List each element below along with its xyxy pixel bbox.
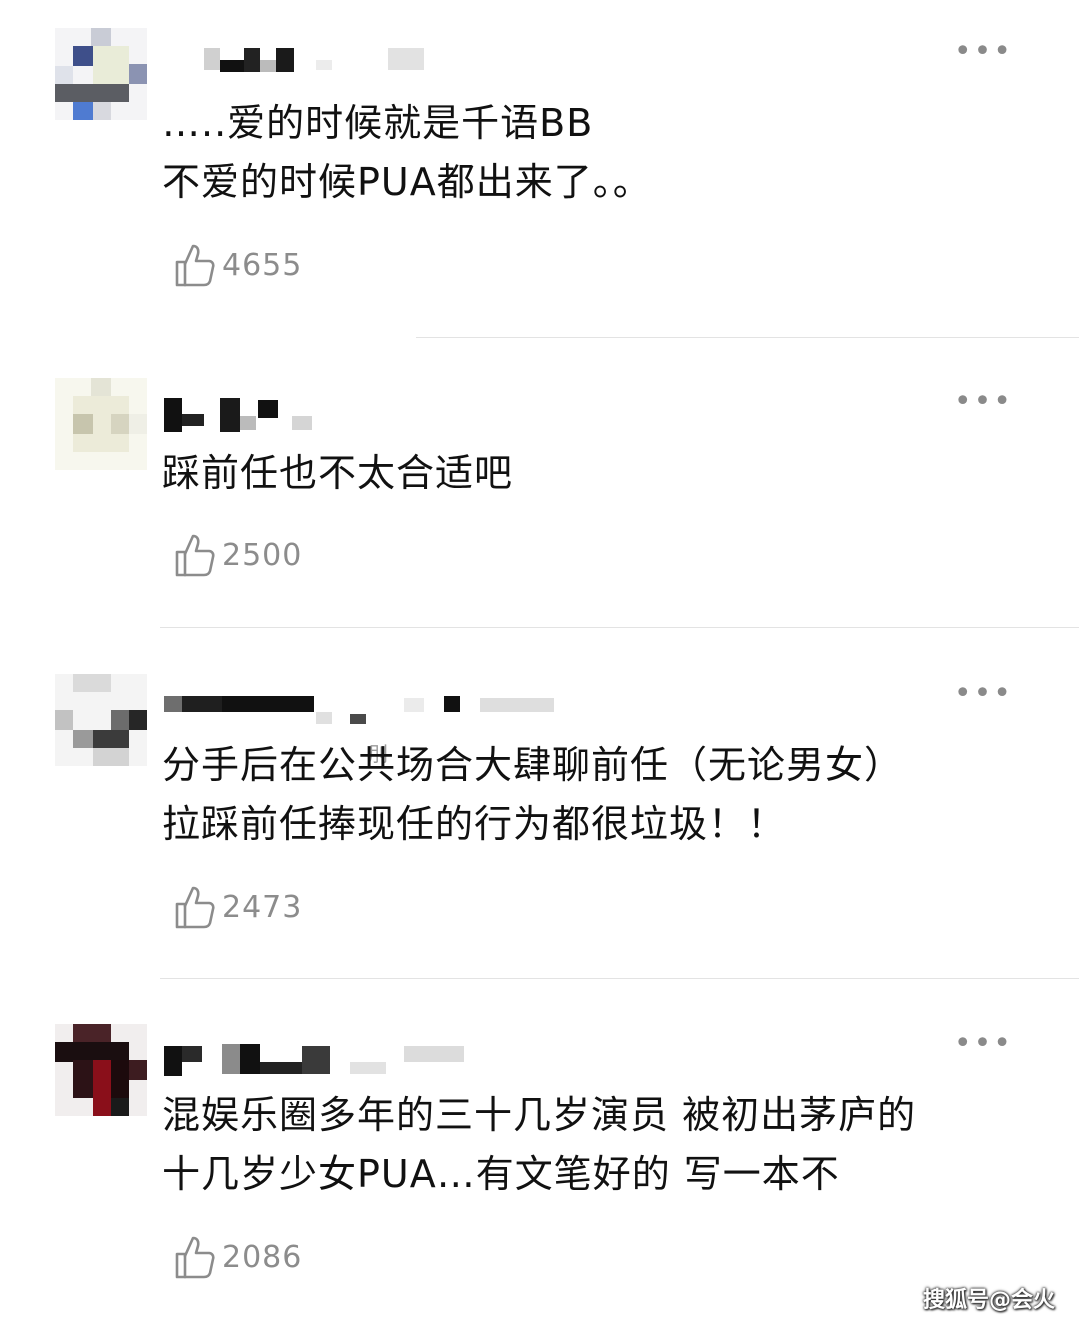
more-options-button[interactable]: ••• [954,1029,1013,1059]
more-options-button[interactable]: ••• [954,37,1013,67]
avatar[interactable] [55,28,147,120]
comment-line: 分手后在公共场合大肆聊前任（无论男女） [162,743,904,787]
like-button[interactable]: 4655 [174,242,302,288]
comment-line: 踩前任也不太合适吧 [162,451,514,495]
avatar[interactable] [55,378,147,470]
comment-item: 刖 ••• 踩前任也不太合适吧 2500 [0,340,1079,766]
comment-item: ••• 分手后在公共场合大肆聊前任（无论男女） 拉踩前任捧现任的行为都很垃圾！！… [0,630,1079,978]
comment-line: …..爱的时候就是千语BB [162,101,594,145]
like-button[interactable]: 2473 [174,884,302,930]
avatar[interactable] [55,1024,147,1116]
comment-text: …..爱的时候就是千语BB 不爱的时候PUA都出来了。。 [162,94,652,212]
thumbs-up-icon [175,244,215,287]
like-count: 2500 [222,537,303,573]
username-redacted[interactable] [160,398,560,432]
username-redacted[interactable] [160,694,560,726]
comment-line: 十几岁少女PUA…有文笔好的 写一本不 [162,1152,840,1196]
like-count: 2473 [222,889,303,925]
thumbs-up-icon [175,1236,215,1279]
comment-line: 拉踩前任捧现任的行为都很垃圾！！ [162,802,787,846]
like-button[interactable]: 2086 [174,1234,302,1280]
thumbs-up-icon [175,534,215,577]
username-redacted[interactable] [160,48,560,80]
comment-item: ••• …..爱的时候就是千语BB 不爱的时候PUA都出来了。。 4655 [0,0,1079,320]
like-count: 4655 [222,247,303,283]
like-count: 2086 [222,1239,303,1275]
divider [416,337,1079,338]
watermark: 搜狐号@会火 [922,1288,1055,1313]
more-options-button[interactable]: ••• [954,679,1013,709]
divider [160,978,1079,979]
thumbs-up-icon [175,886,215,929]
comment-text: 分手后在公共场合大肆聊前任（无论男女） 拉踩前任捧现任的行为都很垃圾！！ [162,736,903,854]
more-options-button[interactable]: ••• [954,387,1013,417]
comment-item: ••• 混娱乐圈多年的三十几岁演员 被初出茅庐的 十几岁少女PUA…有文笔好的 … [0,980,1079,1324]
divider [160,627,1079,628]
username-redacted[interactable] [160,1044,560,1076]
comment-line: 混娱乐圈多年的三十几岁演员 被初出茅庐的 [162,1093,917,1137]
comment-line: 不爱的时候PUA都出来了。。 [162,160,652,204]
comment-text: 踩前任也不太合适吧 [162,444,513,503]
like-button[interactable]: 2500 [174,532,302,578]
avatar[interactable] [55,674,147,766]
comment-text: 混娱乐圈多年的三十几岁演员 被初出茅庐的 十几岁少女PUA…有文笔好的 写一本不 [162,1086,916,1204]
